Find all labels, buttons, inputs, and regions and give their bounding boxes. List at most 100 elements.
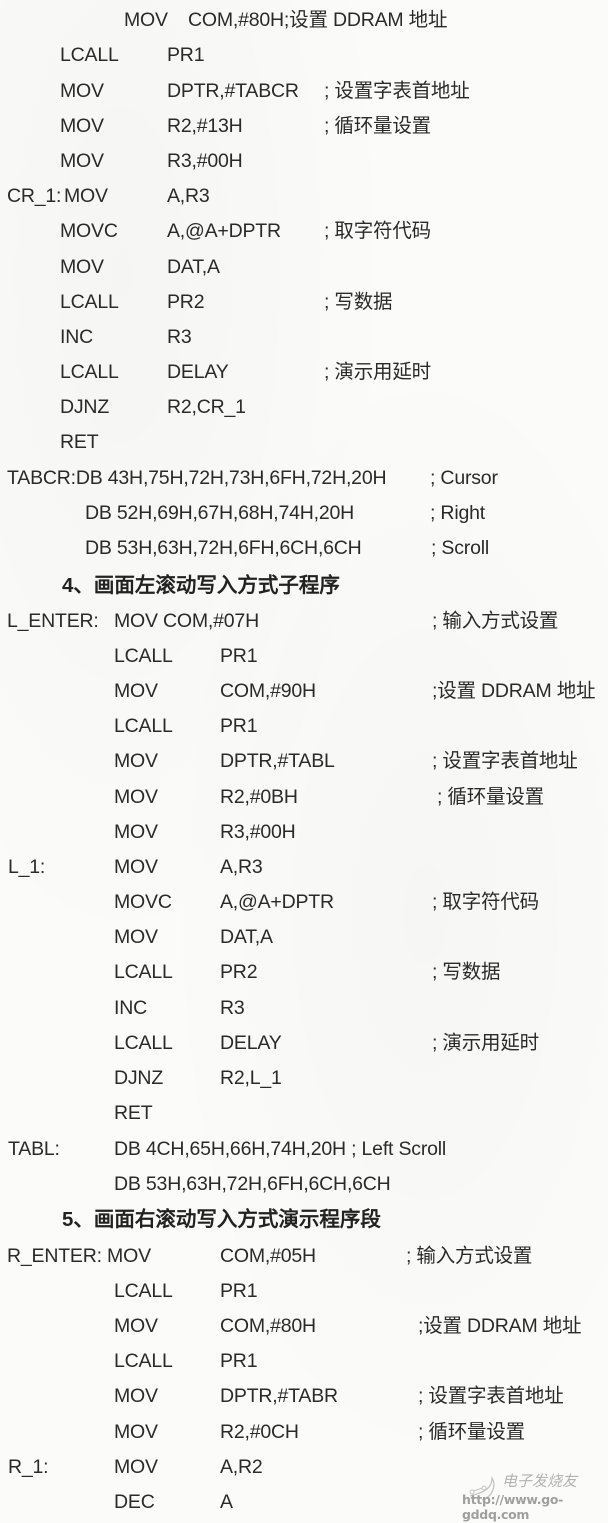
code-args: DAT,A (167, 256, 220, 278)
code-comment: ; 取字符代码 (432, 891, 539, 913)
code-op: MOV (60, 256, 104, 278)
code-op: INC (114, 997, 147, 1019)
code-comment: ; Right (430, 502, 485, 524)
code-op: DEC (114, 1491, 155, 1513)
section-heading: 5、画面右滚动写入方式演示程序段 (62, 1208, 381, 1231)
code-op: DB 53H,63H,72H,6FH,6CH,6CH (114, 1173, 391, 1195)
code-op: LCALL (114, 961, 173, 983)
code-args: R3,#00H (220, 821, 296, 843)
code-args: PR1 (220, 1350, 258, 1372)
watermark-site-name: 电子发烧友 (502, 1472, 578, 1490)
code-args: R2,CR_1 (167, 396, 246, 418)
code-comment: ; 循环量设置 (418, 1421, 525, 1443)
code-args: COM,#80H;设置 DDRAM 地址 (188, 9, 448, 31)
code-op: MOV COM,#07H (114, 610, 259, 632)
code-comment: ; 设置字表首地址 (418, 1385, 564, 1407)
code-args: A,R2 (220, 1456, 263, 1478)
code-label: R_1: (8, 1456, 49, 1478)
code-args: A,R3 (220, 856, 263, 878)
code-comment: ; 输入方式设置 (406, 1245, 533, 1267)
code-op: DJNZ (60, 396, 110, 418)
code-op: RET (114, 1102, 153, 1124)
code-label: R_ENTER: MOV (7, 1245, 151, 1267)
code-args: PR1 (167, 44, 205, 66)
code-comment: ; Scroll (431, 537, 489, 559)
code-comment: ; 设置字表首地址 (432, 750, 578, 772)
code-args: DPTR,#TABCR (167, 80, 299, 102)
watermark: 电子发烧友 http://www.go-gddq.com (462, 1470, 602, 1522)
code-label: TABL: (8, 1138, 60, 1160)
code-op: LCALL (60, 361, 119, 383)
code-op: MOV (60, 150, 104, 172)
code-op: LCALL (60, 291, 119, 313)
code-args: PR1 (220, 645, 258, 667)
code-comment: ;设置 DDRAM 地址 (418, 1315, 582, 1337)
code-comment: ; 输入方式设置 (432, 610, 559, 632)
code-op: MOV (114, 750, 158, 772)
code-op: MOV (60, 115, 104, 137)
code-args: DPTR,#TABL (220, 750, 335, 772)
code-op: INC (60, 326, 93, 348)
code-args: DELAY (167, 361, 229, 383)
code-op: MOV (114, 926, 158, 948)
code-args: R2,#13H (167, 115, 243, 137)
code-op: MOV (114, 1456, 158, 1478)
code-op: MOVC (60, 220, 118, 242)
code-args: DPTR,#TABR (220, 1385, 338, 1407)
code-op: MOV (114, 856, 158, 878)
code-label: L_1: (8, 856, 46, 878)
code-label: TABCR:DB 43H,75H,72H,73H,6FH,72H,20H (7, 467, 387, 489)
code-op: MOV (64, 185, 108, 207)
code-args: A (220, 1491, 233, 1513)
code-args: DELAY (220, 1032, 282, 1054)
code-op: MOV (60, 80, 104, 102)
code-op: MOV (124, 9, 168, 31)
code-args: PR1 (220, 715, 258, 737)
code-op: LCALL (114, 1032, 173, 1054)
code-args: R2,#0CH (220, 1421, 299, 1443)
code-op: LCALL (114, 645, 173, 667)
code-op: DB 53H,63H,72H,6FH,6CH,6CH (85, 537, 362, 559)
code-args: A,@A+DPTR (167, 220, 281, 242)
code-args: R3,#00H (167, 150, 243, 172)
code-comment: ; 取字符代码 (324, 220, 431, 242)
code-op: MOV (114, 1315, 158, 1337)
code-op: RET (60, 431, 99, 453)
code-args: DAT,A (220, 926, 273, 948)
code-args: COM,#80H (220, 1315, 316, 1337)
code-args: R3 (220, 997, 245, 1019)
code-comment: ; 循环量设置 (437, 786, 544, 808)
code-comment: ; Cursor (430, 467, 498, 489)
code-args: PR1 (220, 1280, 258, 1302)
code-op: MOV (114, 1385, 158, 1407)
code-comment: ; 写数据 (324, 291, 393, 313)
code-op: MOV (114, 821, 158, 843)
code-op: LCALL (114, 715, 173, 737)
code-op: DB 4CH,65H,66H,74H,20H ; Left Scroll (114, 1138, 447, 1160)
code-op: MOV (114, 1421, 158, 1443)
code-op: LCALL (114, 1350, 173, 1372)
code-comment: ;设置 DDRAM 地址 (432, 680, 596, 702)
code-args: R2,L_1 (220, 1067, 282, 1089)
watermark-url: http://www.go-gddq.com (462, 1492, 564, 1522)
code-op: MOVC (114, 891, 172, 913)
code-label: CR_1: (7, 185, 62, 207)
document-page: MOV COM,#80H;设置 DDRAM 地址 LCALL PR1 MOV D… (0, 0, 608, 1523)
code-args: COM,#90H (220, 680, 316, 702)
code-args: R2,#0BH (220, 786, 298, 808)
code-comment: ; 演示用延时 (324, 361, 431, 383)
code-op: DJNZ (114, 1067, 164, 1089)
code-op: MOV (114, 786, 158, 808)
code-args: A,R3 (167, 185, 210, 207)
code-args: PR2 (220, 961, 258, 983)
code-op: DB 52H,69H,67H,68H,74H,20H (85, 502, 355, 524)
code-op: LCALL (114, 1280, 173, 1302)
section-heading: 4、画面左滚动写入方式子程序 (62, 574, 340, 597)
code-comment: ; 循环量设置 (324, 115, 431, 137)
code-args: R3 (167, 326, 192, 348)
code-comment: ; 写数据 (432, 961, 501, 983)
code-comment: ; 设置字表首地址 (324, 80, 470, 102)
code-op: LCALL (60, 44, 119, 66)
code-label: L_ENTER: (7, 610, 99, 632)
code-args: COM,#05H (220, 1245, 316, 1267)
